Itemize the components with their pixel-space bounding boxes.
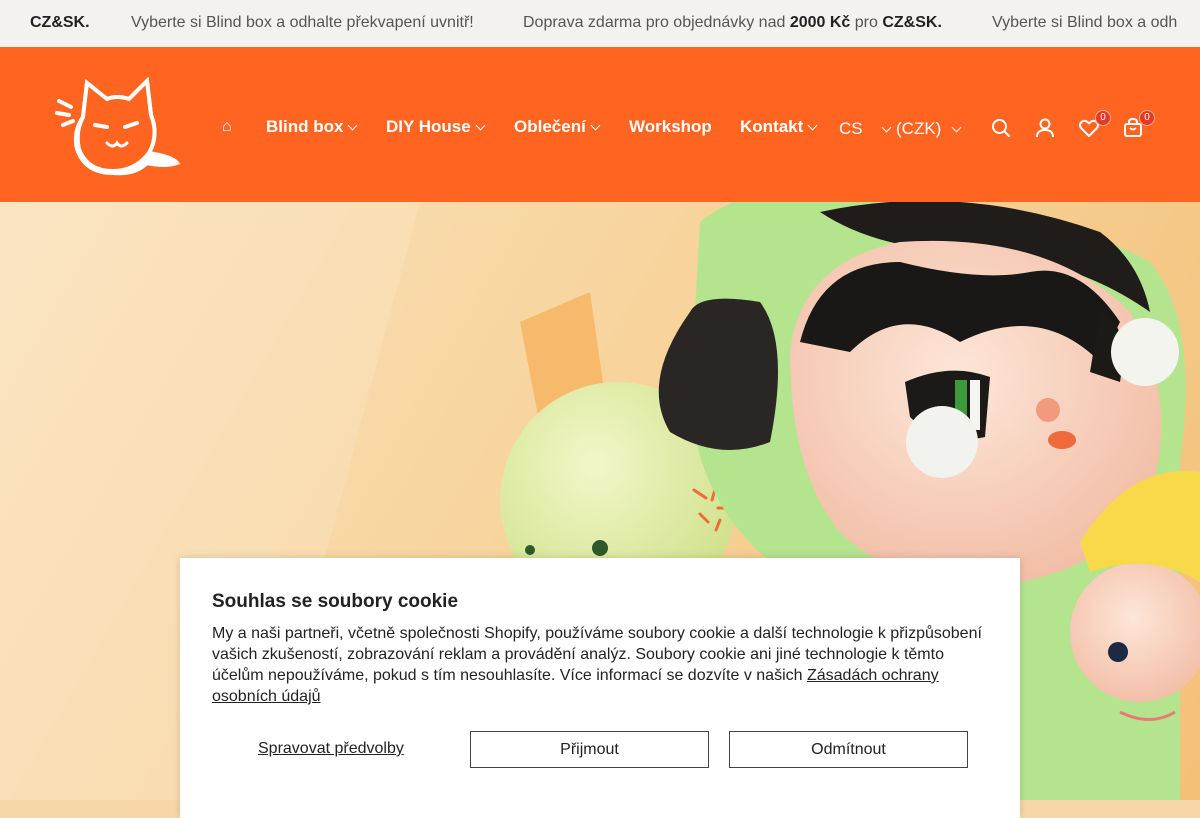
announcement-text: Vyberte si Blind box a odhalte překvapen… bbox=[131, 14, 474, 31]
chevron-down-icon bbox=[590, 120, 601, 131]
wishlist-count-badge: 0 bbox=[1095, 110, 1111, 126]
nav-label: Oblečení bbox=[514, 117, 586, 136]
language-selector[interactable]: CS bbox=[839, 119, 892, 139]
nav-item-diy-house[interactable]: DIY House bbox=[386, 117, 486, 137]
chevron-down-icon bbox=[475, 120, 486, 131]
wishlist-icon[interactable]: 0 bbox=[1077, 110, 1111, 140]
nav-item-blind-box[interactable]: Blind box bbox=[266, 117, 358, 137]
home-icon[interactable]: ⌂ bbox=[222, 118, 232, 136]
site-header: ⌂ Blind box DIY House Oblečení Workshop … bbox=[0, 47, 1200, 202]
manage-preferences-button[interactable]: Spravovat předvolby bbox=[258, 740, 404, 758]
announcement-bar: CZ&SK. Vyberte si Blind box a odhalte př… bbox=[0, 0, 1200, 47]
decline-button[interactable]: Odmítnout bbox=[729, 731, 968, 768]
announcement-shipping: Doprava zdarma pro objednávky nad 2000 K… bbox=[523, 14, 942, 31]
nav-item-kontakt[interactable]: Kontakt bbox=[740, 117, 818, 137]
chevron-down-icon bbox=[951, 122, 962, 133]
account-icon[interactable] bbox=[1033, 116, 1057, 140]
cookie-title: Souhlas se soubory cookie bbox=[212, 591, 459, 612]
chevron-down-icon bbox=[348, 120, 358, 131]
nav-item-workshop[interactable]: Workshop bbox=[629, 117, 712, 137]
chevron-down-icon bbox=[881, 122, 892, 133]
cat-logo[interactable] bbox=[55, 76, 181, 177]
currency-selector[interactable]: (CZK) bbox=[896, 119, 962, 139]
cookie-consent-dialog: Souhlas se soubory cookie My a naši part… bbox=[180, 558, 1020, 818]
cart-count-badge: 0 bbox=[1139, 110, 1155, 126]
nav-item-obleceni[interactable]: Oblečení bbox=[514, 117, 601, 137]
cookie-body: My a naši partneři, včetně společnosti S… bbox=[212, 623, 992, 707]
nav-label: DIY House bbox=[386, 117, 471, 136]
nav-label: Workshop bbox=[629, 117, 712, 136]
announcement-tail: CZ&SK. bbox=[30, 14, 90, 31]
search-icon[interactable] bbox=[989, 116, 1013, 140]
cart-icon[interactable]: 0 bbox=[1121, 110, 1155, 140]
nav-label: Kontakt bbox=[740, 117, 804, 136]
announcement-text-repeat: Vyberte si Blind box a odh bbox=[992, 14, 1178, 31]
nav-label: Blind box bbox=[266, 117, 344, 136]
accept-button[interactable]: Přijmout bbox=[470, 731, 709, 768]
language-label: CS bbox=[839, 119, 863, 138]
chevron-down-icon bbox=[807, 120, 818, 131]
currency-label: (CZK) bbox=[896, 119, 942, 138]
